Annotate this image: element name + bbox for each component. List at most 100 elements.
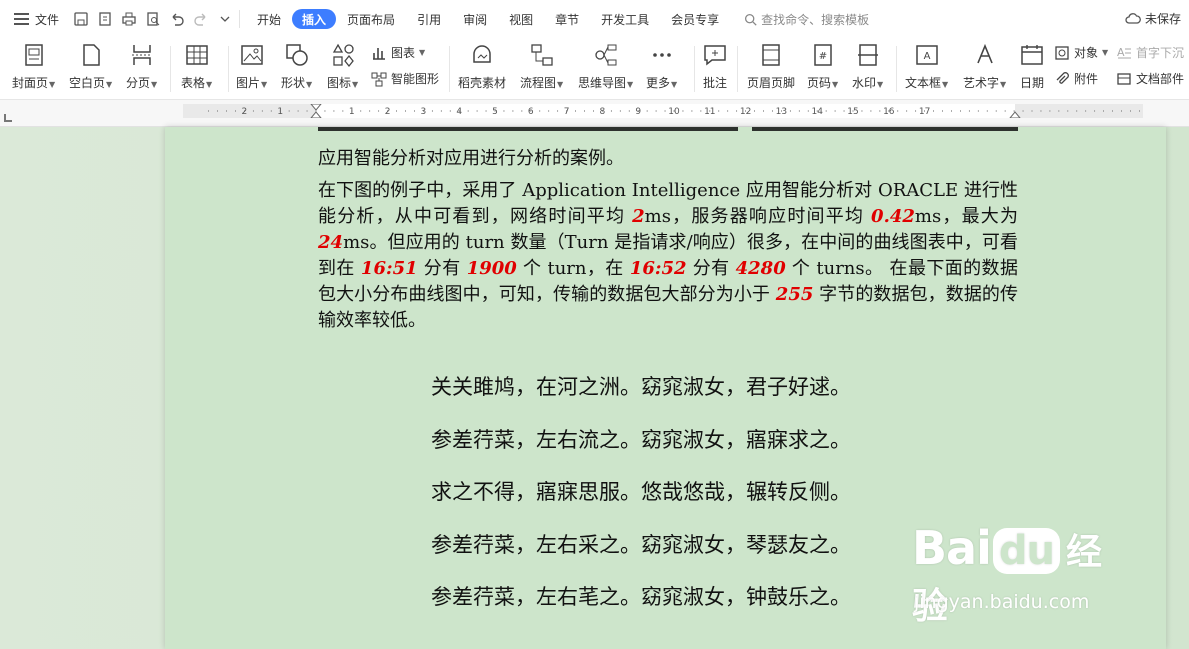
daoke-material-button[interactable]: 稻壳素材 — [458, 42, 506, 91]
chevron-down-icon: ▼ — [1102, 48, 1109, 57]
word-art-button[interactable]: 艺术字▼ — [963, 42, 1006, 91]
file-menu[interactable]: 文件 — [0, 8, 67, 30]
table-label: 表格 — [181, 76, 206, 90]
comment-button[interactable]: 批注 — [702, 42, 728, 91]
page-number-icon: # — [813, 44, 832, 66]
watermark-button[interactable]: 水印▼ — [852, 42, 883, 91]
text-box-button[interactable]: A 文本框▼ — [905, 42, 948, 91]
tab-insert[interactable]: 插入 — [292, 9, 337, 29]
print-preview-icon[interactable] — [145, 11, 161, 27]
paragraph-case-intro[interactable]: 应用智能分析对应用进行分析的案例。 — [318, 146, 1018, 172]
tab-page-layout[interactable]: 页面布局 — [336, 9, 406, 29]
cut-off-text-line — [318, 127, 1018, 131]
ribbon-separator — [896, 46, 897, 92]
text-box-label: 文本框 — [905, 76, 942, 90]
ribbon-separator — [449, 46, 450, 92]
baidu-jingyan-watermark: Bai du 经验 jingyan.baidu.com — [912, 521, 1132, 627]
poem-block[interactable]: 关关雎鸠，在河之洲。窈窕淑女，君子好逑。 参差荇菜，左右流之。窈窕淑女，寤寐求之… — [431, 372, 851, 635]
tab-member[interactable]: 会员专享 — [660, 9, 730, 29]
chevron-down-icon: ▼ — [419, 48, 426, 57]
table-icon — [185, 45, 208, 65]
tab-start[interactable]: 开始 — [246, 9, 292, 29]
blank-page-button[interactable]: 空白页▼ — [69, 42, 112, 91]
highlight-time-1652: 16:52 — [629, 258, 687, 279]
drop-cap-button[interactable]: A 首字下沉 — [1116, 44, 1184, 61]
tab-view[interactable]: 视图 — [498, 9, 544, 29]
shape-label: 形状 — [281, 76, 306, 90]
print-icon[interactable] — [121, 11, 137, 27]
search-placeholder: 查找命令、搜索模板 — [761, 12, 870, 27]
horizontal-ruler[interactable]: 2 1 1 2 3 4 5 6 7 8 9 10 11 12 13 14 15 16 17 — [183, 104, 1143, 118]
poem-line: 关关雎鸠，在河之洲。窈窕淑女，君子好逑。 — [431, 375, 851, 399]
more-label: 更多 — [646, 76, 671, 90]
export-pdf-icon[interactable] — [97, 11, 113, 27]
ruler-number: 2 — [385, 107, 391, 117]
tab-references[interactable]: 引用 — [406, 9, 452, 29]
drop-cap-label: 首字下沉 — [1136, 46, 1185, 60]
more-button[interactable]: 更多▼ — [646, 42, 677, 91]
cover-page-icon — [24, 44, 43, 66]
ruler-scale: 2 1 1 2 3 4 5 6 7 8 9 10 11 12 13 14 15 16 17 — [208, 104, 1140, 118]
ruler-number: 15 — [847, 107, 858, 117]
table-button[interactable]: 表格▼ — [181, 42, 212, 91]
page-break-label: 分页 — [126, 76, 151, 90]
chevron-down-icon: ▼ — [352, 80, 359, 89]
ribbon-separator — [694, 46, 695, 92]
attachment-icon — [1056, 71, 1069, 84]
word-art-label: 艺术字 — [963, 76, 1000, 90]
mind-map-button[interactable]: 思维导图▼ — [578, 42, 633, 91]
material-icon — [473, 45, 491, 63]
ruler-number: 9 — [635, 107, 641, 117]
date-button[interactable]: 日期 — [1019, 42, 1045, 91]
unsaved-status[interactable]: 未保存 — [1125, 10, 1181, 27]
word-art-icon — [976, 43, 993, 64]
highlight-turns-1900: 1900 — [466, 258, 517, 279]
tab-developer[interactable]: 开发工具 — [590, 9, 660, 29]
undo-icon[interactable] — [169, 11, 185, 27]
flowchart-button[interactable]: 流程图▼ — [520, 42, 563, 91]
chevron-down-icon: ▼ — [49, 80, 56, 89]
blank-page-label: 空白页 — [69, 76, 106, 90]
watermark-label: 水印 — [852, 76, 877, 90]
header-footer-button[interactable]: 页眉页脚 — [747, 42, 795, 91]
text-box-icon: A — [915, 45, 938, 65]
save-icon[interactable] — [73, 11, 89, 27]
cover-page-button[interactable]: 封面页▼ — [12, 42, 55, 91]
header-footer-label: 页眉页脚 — [747, 76, 796, 90]
page-break-button[interactable]: 分页▼ — [126, 42, 157, 91]
tab-section[interactable]: 章节 — [544, 9, 590, 29]
icon-library-button[interactable]: 图标▼ — [327, 42, 358, 91]
doc-parts-button[interactable]: 文档部件 — [1116, 70, 1184, 87]
smart-art-button[interactable]: 智能图形 — [371, 70, 439, 87]
ruler-number: 2 — [242, 107, 248, 117]
chevron-down-icon: ▼ — [306, 80, 313, 89]
ribbon-separator — [228, 46, 229, 92]
chevron-down-icon: ▼ — [557, 80, 564, 89]
chevron-down-icon: ▼ — [627, 80, 634, 89]
highlight-bytes-255: 255 — [775, 284, 814, 305]
first-line-indent-marker — [310, 104, 322, 111]
menu-bar: 文件 开始 插入 页面布局 引用 审阅 视图 章节 开发工具 会员专享 查找命令… — [0, 0, 1189, 38]
command-search[interactable]: 查找命令、搜索模板 — [744, 11, 869, 28]
redo-icon[interactable] — [193, 11, 209, 27]
page-number-button[interactable]: # 页码▼ — [807, 42, 838, 91]
chevron-down-icon: ▼ — [206, 80, 213, 89]
text-run: ms，服务器响应时间平均 — [644, 206, 872, 227]
tab-review[interactable]: 审阅 — [452, 9, 498, 29]
unsaved-label: 未保存 — [1144, 12, 1181, 26]
shape-button[interactable]: 形状▼ — [281, 42, 312, 91]
ruler-number: 13 — [776, 107, 787, 117]
cloud-icon — [1125, 12, 1141, 24]
ruler-number: 6 — [528, 107, 534, 117]
smart-art-label: 智能图形 — [391, 72, 440, 86]
attachment-button[interactable]: 附件 — [1054, 70, 1098, 87]
chart-button[interactable]: 图表 ▼ — [371, 44, 425, 61]
object-button[interactable]: 对象 ▼ — [1054, 44, 1108, 61]
hamburger-icon — [14, 13, 29, 25]
customize-toolbar-icon[interactable] — [217, 11, 233, 27]
tab-stop-selector[interactable] — [4, 114, 12, 122]
cover-page-label: 封面页 — [12, 76, 49, 90]
paragraph-analysis[interactable]: 在下图的例子中，采用了 Application Intelligence 应用智… — [318, 178, 1018, 334]
picture-button[interactable]: 图片▼ — [236, 42, 267, 91]
watermark-url: jingyan.baidu.com — [914, 591, 1090, 613]
